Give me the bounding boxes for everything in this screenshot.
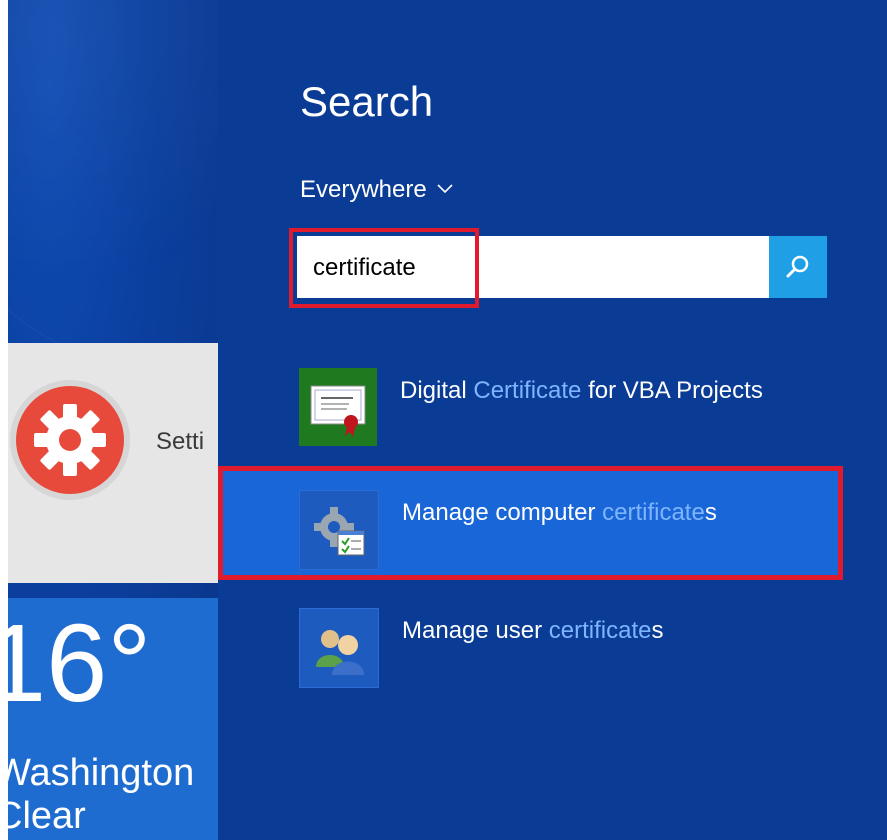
search-scope-dropdown[interactable]: Everywhere [300,176,453,204]
result-text: Digital Certificate for VBA Projects [400,377,763,404]
result-text: Manage user certificates [402,617,664,644]
users-icon [299,608,379,688]
search-result-digital-certificate[interactable]: Digital Certificate for VBA Projects [299,368,763,446]
search-scope-label: Everywhere [300,176,427,203]
settings-tile-label: Setti [156,428,205,455]
result-highlight-annotation [218,466,843,580]
search-button[interactable] [769,236,827,298]
background-arc [8,0,218,362]
settings-gear-icon [10,380,130,500]
certificate-icon [299,368,377,446]
input-highlight-annotation [289,228,479,308]
weather-temperature: 16° [0,602,152,725]
weather-city: Washington [0,752,195,794]
chevron-down-icon [437,181,453,199]
search-result-manage-user-certificates[interactable]: Manage user certificates [299,608,663,688]
search-icon [786,255,809,278]
weather-condition: Clear [0,795,86,837]
search-title: Search [300,78,434,125]
